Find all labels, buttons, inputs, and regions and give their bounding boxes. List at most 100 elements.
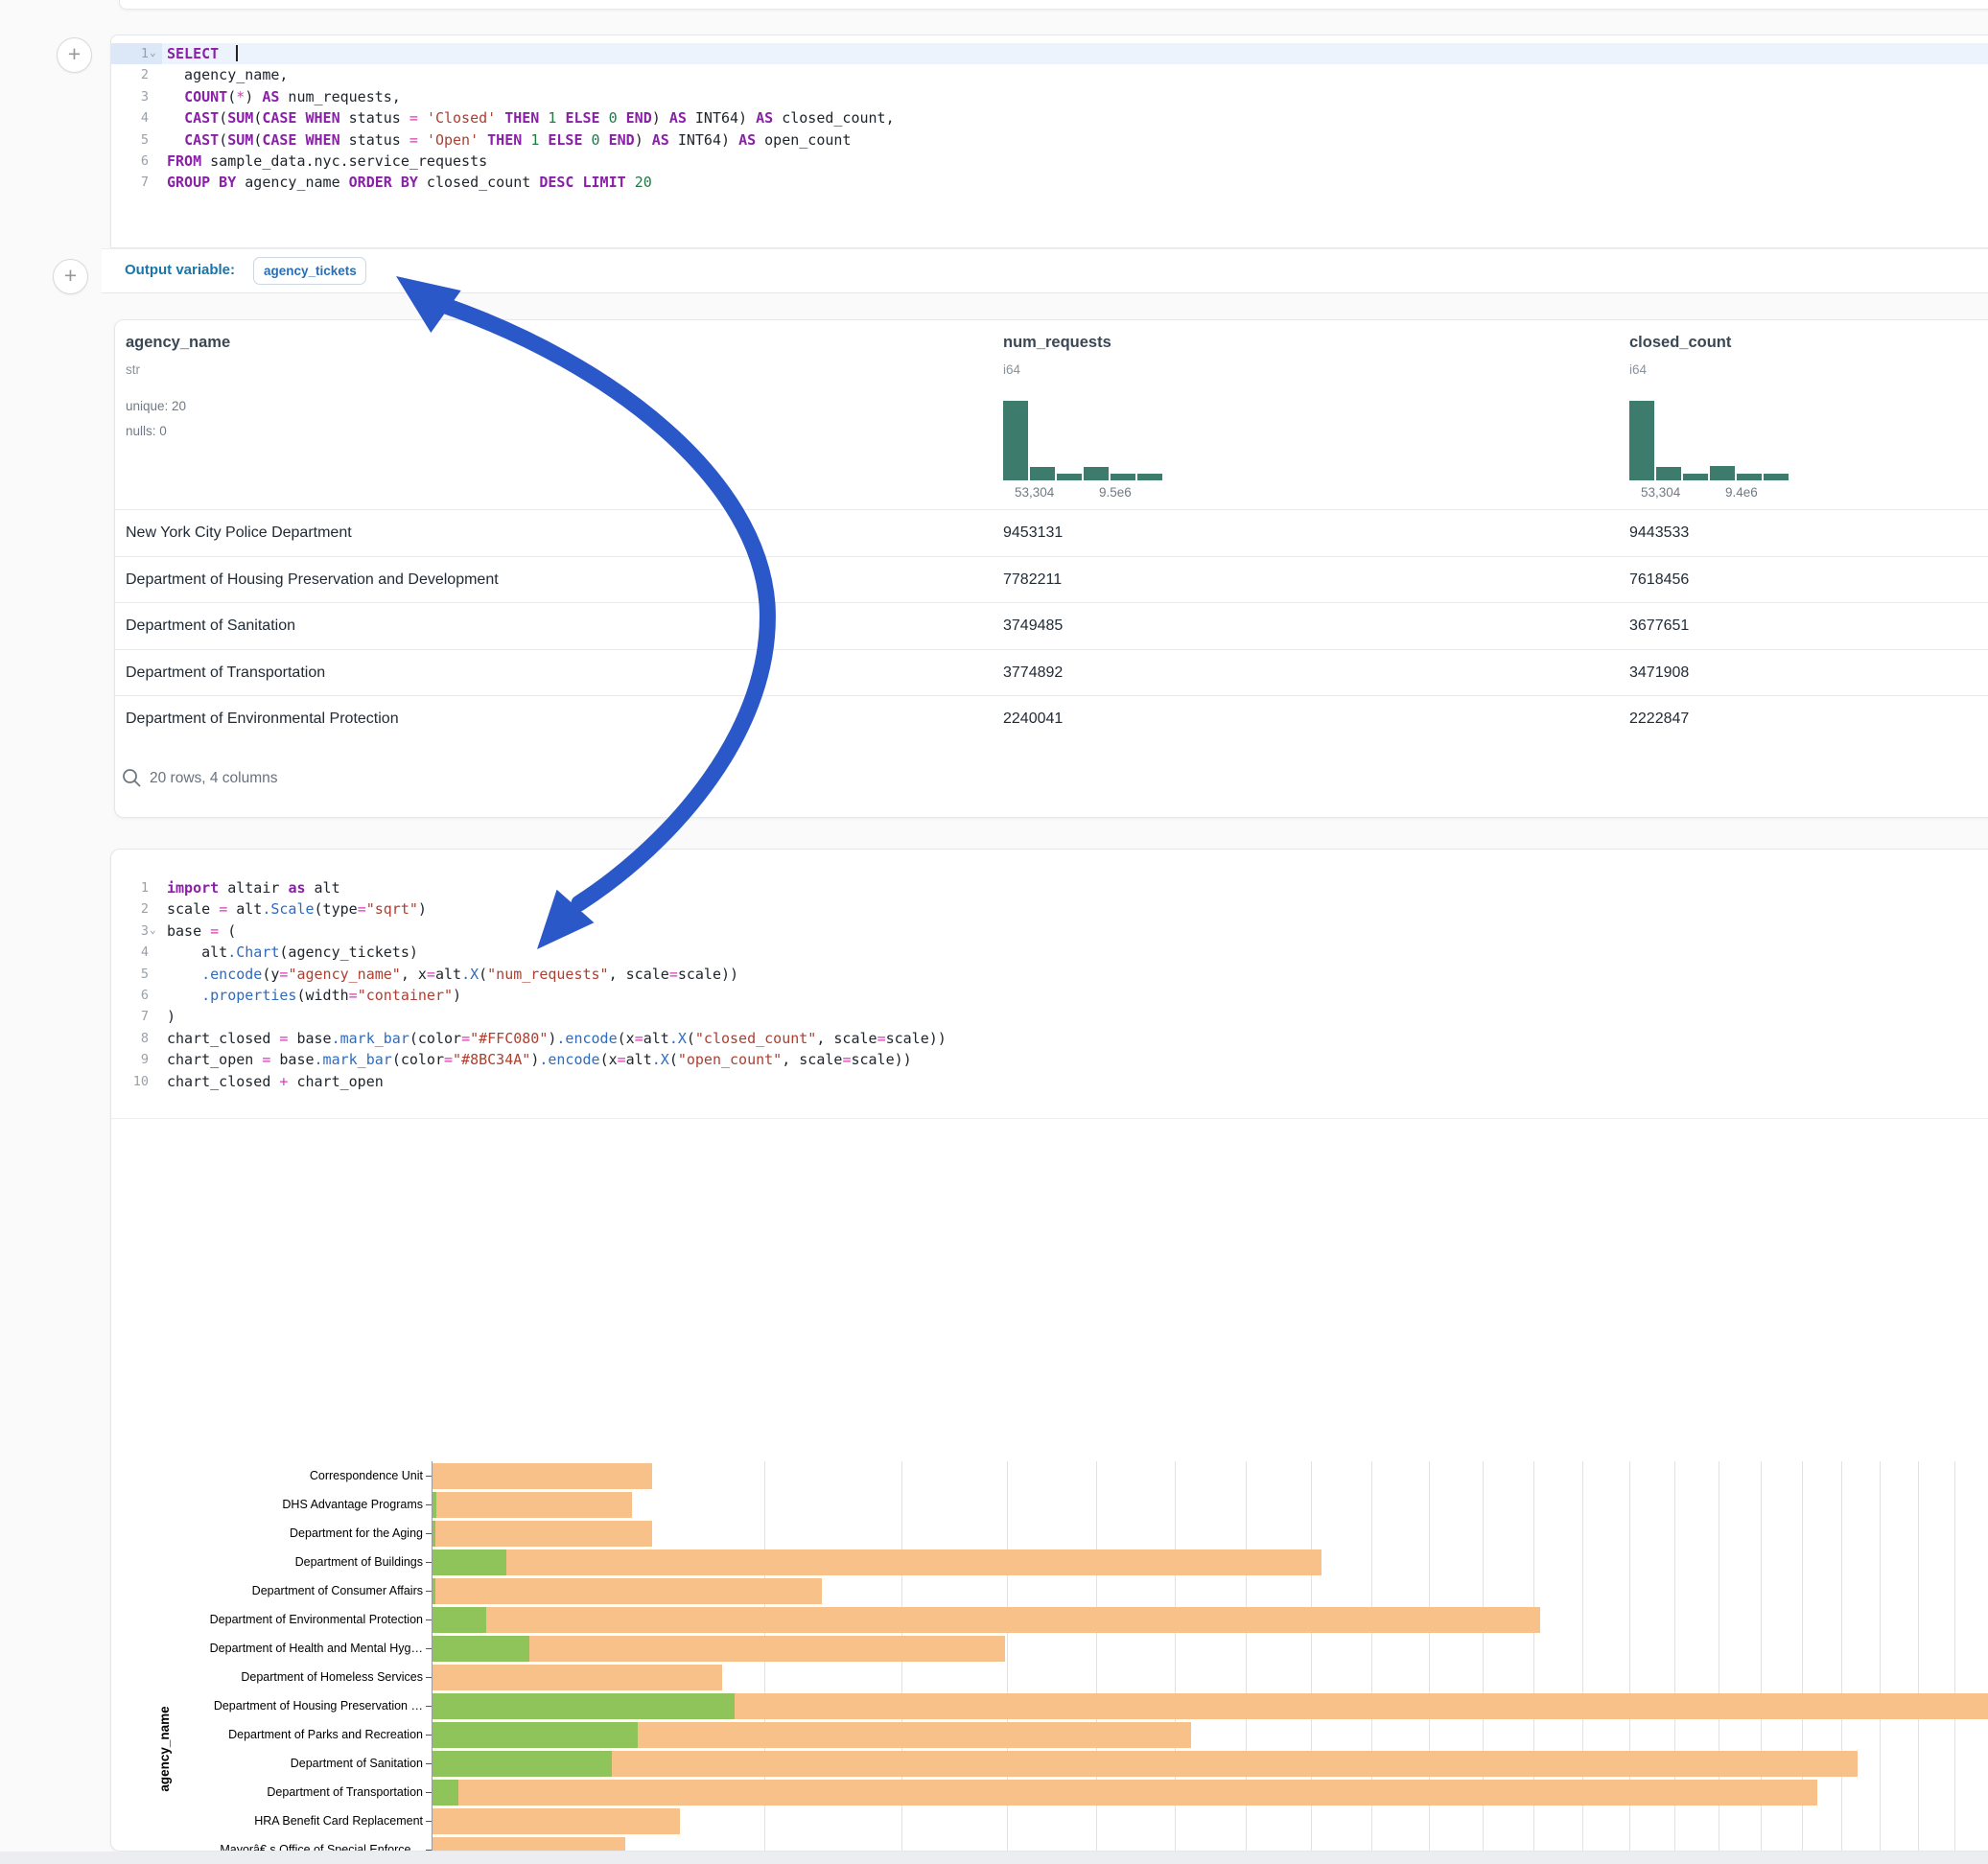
bar-open-count (433, 1722, 638, 1748)
line-number: 4 (111, 107, 162, 128)
y-tick (426, 1533, 432, 1534)
line-number: 4 (111, 942, 162, 963)
y-axis-label: Department of Transportation (267, 1785, 432, 1799)
code-text: .properties(width="container") (167, 985, 461, 1006)
y-tick (426, 1821, 432, 1822)
code-line[interactable]: 9chart_open = base.mark_bar(color="#8BC3… (111, 1049, 1988, 1070)
table-row-count: 20 rows, 4 columns (150, 770, 278, 787)
bar-open-count (433, 1492, 436, 1518)
fold-chevron-icon[interactable]: ⌄ (150, 920, 156, 941)
table-cell: 3774892 (1003, 650, 1063, 697)
text-cursor (236, 45, 238, 61)
search-icon[interactable] (121, 767, 142, 788)
gridline (1880, 1461, 1881, 1852)
code-line[interactable]: 2 agency_name, (111, 64, 1988, 85)
code-line[interactable]: 6 .properties(width="container") (111, 985, 1988, 1006)
y-axis-label: Department of Environmental Protection (210, 1613, 432, 1626)
line-number: 1 (111, 877, 162, 898)
table-cell: Department of Housing Preservation and D… (126, 557, 499, 604)
histogram-min-label: 53,304 (1641, 485, 1680, 500)
y-tick (426, 1677, 432, 1678)
code-line[interactable]: 7) (111, 1006, 1988, 1027)
column-type: i64 (1003, 362, 1020, 377)
code-text: agency_name, (167, 64, 288, 85)
table-row[interactable]: Department of Sanitation37494853677651 (115, 602, 1988, 650)
y-tick (426, 1792, 432, 1793)
table-row[interactable]: Department of Transportation377489234719… (115, 649, 1988, 697)
y-tick (426, 1763, 432, 1764)
y-tick (426, 1562, 432, 1563)
y-axis-label: Correspondence Unit (310, 1469, 432, 1482)
y-tick (426, 1735, 432, 1736)
code-line[interactable]: 6FROM sample_data.nyc.service_requests (111, 151, 1988, 172)
sql-code-editor[interactable]: 1⌄SELECT 2 agency_name,3 COUNT(*) AS num… (111, 43, 1988, 194)
add-cell-button-middle[interactable]: + (53, 259, 88, 294)
y-axis-label: Department of Homeless Services (241, 1670, 432, 1684)
bar-open-count (433, 1636, 529, 1662)
code-line[interactable]: 4 alt.Chart(agency_tickets) (111, 942, 1988, 963)
code-line[interactable]: 7GROUP BY agency_name ORDER BY closed_co… (111, 172, 1988, 193)
code-line[interactable]: 1⌄SELECT (111, 43, 1988, 64)
line-number: 7 (111, 1006, 162, 1027)
column-header[interactable]: agency_name (126, 334, 230, 352)
y-tick (426, 1476, 432, 1477)
output-variable-input[interactable]: agency_tickets (253, 257, 366, 285)
line-number: 3 (111, 86, 162, 107)
code-text: GROUP BY agency_name ORDER BY closed_cou… (167, 172, 652, 193)
code-text: chart_open = base.mark_bar(color="#8BC34… (167, 1049, 912, 1070)
y-axis-label: Department for the Aging (290, 1526, 432, 1540)
code-line[interactable]: 5 .encode(y="agency_name", x=alt.X("num_… (111, 964, 1988, 985)
code-text: chart_closed + chart_open (167, 1071, 384, 1092)
line-number: 2 (111, 898, 162, 920)
notebook-page: + + 1⌄SELECT 2 agency_name,3 COUNT(*) AS… (0, 0, 1988, 1864)
code-line[interactable]: 3⌄base = ( (111, 920, 1988, 942)
line-number: 5 (111, 964, 162, 985)
table-row[interactable]: Department of Housing Preservation and D… (115, 556, 1988, 604)
y-axis-label: Department of Health and Mental Hyg… (210, 1642, 432, 1655)
bar-closed-count (433, 1751, 1858, 1777)
column-header[interactable]: num_requests (1003, 334, 1111, 352)
code-text: import altair as alt (167, 877, 340, 898)
code-line[interactable]: 1import altair as alt (111, 877, 1988, 898)
bar-open-count (433, 1693, 735, 1719)
bar-closed-count (433, 1492, 632, 1518)
bar-open-count (433, 1521, 435, 1547)
code-line[interactable]: 10chart_closed + chart_open (111, 1071, 1988, 1092)
code-line[interactable]: 5 CAST(SUM(CASE WHEN status = 'Open' THE… (111, 129, 1988, 151)
chart-y-axis-title: agency_name (157, 1706, 172, 1791)
previous-cell-card-bottom (119, 0, 1988, 10)
y-tick (426, 1591, 432, 1592)
code-text: .encode(y="agency_name", x=alt.X("num_re… (167, 964, 738, 985)
fold-chevron-icon[interactable]: ⌄ (150, 42, 156, 63)
y-axis-label: Department of Parks and Recreation (228, 1728, 432, 1741)
y-axis-label: Department of Sanitation (291, 1757, 432, 1770)
histogram-max-label: 9.5e6 (1099, 485, 1132, 500)
bar-open-count (433, 1751, 612, 1777)
python-code-editor[interactable]: 1import altair as alt2scale = alt.Scale(… (111, 877, 1988, 1092)
line-number: 10 (111, 1071, 162, 1092)
table-row[interactable]: New York City Police Department945313194… (115, 509, 1988, 557)
code-line[interactable]: 8chart_closed = base.mark_bar(color="#FF… (111, 1028, 1988, 1049)
code-text: scale = alt.Scale(type="sqrt") (167, 898, 427, 920)
column-histogram (1003, 399, 1166, 480)
code-text: alt.Chart(agency_tickets) (167, 942, 418, 963)
code-text: CAST(SUM(CASE WHEN status = 'Closed' THE… (167, 107, 895, 128)
table-cell: 7782211 (1003, 557, 1062, 604)
code-text: CAST(SUM(CASE WHEN status = 'Open' THEN … (167, 129, 851, 151)
table-cell: 2240041 (1003, 696, 1063, 743)
bar-closed-count (433, 1780, 1817, 1806)
table-cell: 7618456 (1629, 557, 1689, 604)
column-stat: unique: 20 (126, 399, 186, 413)
bar-open-count (433, 1578, 435, 1604)
code-line[interactable]: 3 COUNT(*) AS num_requests, (111, 86, 1988, 107)
bar-open-count (433, 1607, 486, 1633)
add-cell-button-top[interactable]: + (57, 37, 92, 73)
code-line[interactable]: 2scale = alt.Scale(type="sqrt") (111, 898, 1988, 920)
table-cell: 2222847 (1629, 696, 1689, 743)
y-tick (426, 1706, 432, 1707)
column-type: str (126, 362, 140, 377)
code-line[interactable]: 4 CAST(SUM(CASE WHEN status = 'Closed' T… (111, 107, 1988, 128)
table-row[interactable]: Department of Environmental Protection22… (115, 695, 1988, 743)
altair-chart-output: agency_name Correspondence UnitDHS Advan… (111, 1119, 1988, 1848)
column-header[interactable]: closed_count (1629, 334, 1731, 352)
